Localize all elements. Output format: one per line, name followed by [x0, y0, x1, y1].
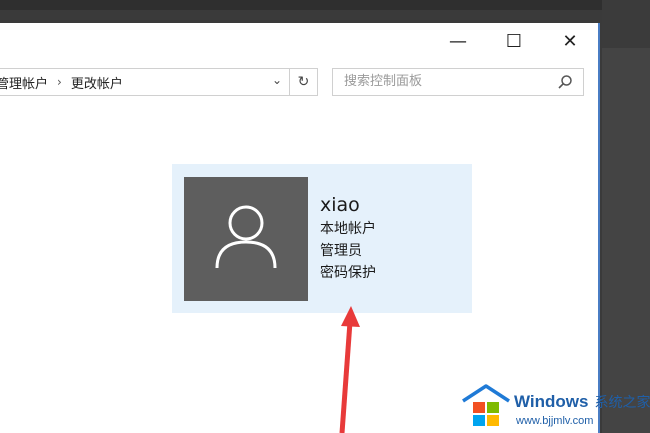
watermark-url: www.bjjmlv.com — [516, 415, 594, 427]
annotation-arrow-icon — [339, 306, 360, 433]
watermark-brand: Windows — [514, 392, 589, 411]
windows-logo-icon — [462, 384, 510, 426]
watermark: Windows 系统之家 www.bjjmlv.com — [458, 380, 650, 428]
watermark-brand-cn: 系统之家 — [594, 394, 650, 410]
